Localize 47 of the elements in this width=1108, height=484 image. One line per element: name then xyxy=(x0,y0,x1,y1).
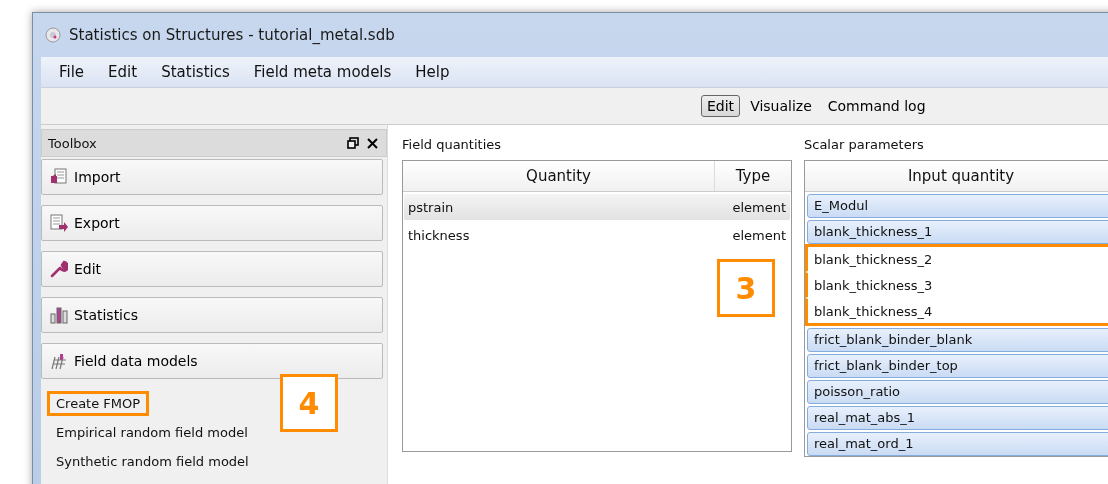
document-icon xyxy=(50,214,68,232)
quantity-type: element xyxy=(731,199,786,215)
grid-chart-icon xyxy=(50,352,68,370)
toolbox-section-button[interactable]: Import xyxy=(41,159,383,195)
list-item[interactable]: blank_thickness_2 xyxy=(805,244,1108,272)
quantity-type: element xyxy=(731,227,786,243)
toolbox-section-button[interactable]: Edit xyxy=(41,251,383,287)
list-item[interactable]: blank_thickness_3 xyxy=(805,272,1108,298)
view-tab[interactable]: Edit xyxy=(701,95,741,117)
menu-item[interactable]: Statistics xyxy=(149,63,242,81)
menu-item[interactable]: Field meta models xyxy=(241,63,404,81)
list-item[interactable]: real_mat_abs_1 xyxy=(807,406,1108,430)
table-row[interactable]: thickness element xyxy=(404,222,790,248)
app-icon xyxy=(45,27,61,43)
document-icon xyxy=(50,168,68,186)
list-item[interactable]: real_mat_ord_1 xyxy=(807,432,1108,456)
callout-number: 4 xyxy=(280,374,338,432)
column-header[interactable]: Quantity xyxy=(403,161,714,191)
view-tab[interactable]: Command log xyxy=(821,95,932,117)
column-header[interactable]: Type xyxy=(714,161,791,191)
view-tab[interactable]: Visualize xyxy=(744,95,818,117)
list-item[interactable]: E_Modul xyxy=(807,194,1108,218)
toolbox-section-button[interactable]: Statistics xyxy=(41,297,383,333)
action-link[interactable]: Synthetic random field model xyxy=(47,449,258,474)
close-icon[interactable] xyxy=(367,137,378,149)
quantity-name: pstrain xyxy=(408,199,455,215)
callout-number: 3 xyxy=(717,259,775,317)
toolbox-section-button[interactable]: Export xyxy=(41,205,383,241)
group-title: Scalar parameters xyxy=(804,137,925,152)
group-title: Field quantities xyxy=(402,137,503,152)
list-item[interactable]: frict_blank_binder_blank xyxy=(807,328,1108,352)
list-item[interactable]: blank_thickness_1 xyxy=(807,220,1108,244)
action-link[interactable]: Create FMOP xyxy=(47,391,150,416)
list-item[interactable]: frict_blank_binder_top xyxy=(807,354,1108,378)
list-item[interactable]: poisson_ratio xyxy=(807,380,1108,404)
panel-title: Toolbox xyxy=(48,135,98,151)
table-row[interactable]: pstrain element xyxy=(404,194,790,220)
toolbox-section-button[interactable]: Field data models xyxy=(41,343,383,379)
bar-chart-icon xyxy=(50,306,68,324)
window-title: Statistics on Structures - tutorial_metal.sdb xyxy=(69,26,395,44)
menu-item[interactable]: File xyxy=(47,63,97,81)
column-header[interactable]: Input quantity xyxy=(805,161,1108,191)
menu-item[interactable]: Help xyxy=(403,63,462,81)
action-link[interactable]: Empirical random field model xyxy=(47,420,257,445)
quantity-name: thickness xyxy=(408,227,471,243)
float-icon[interactable] xyxy=(347,137,359,149)
menu-item[interactable]: Edit xyxy=(96,63,150,81)
